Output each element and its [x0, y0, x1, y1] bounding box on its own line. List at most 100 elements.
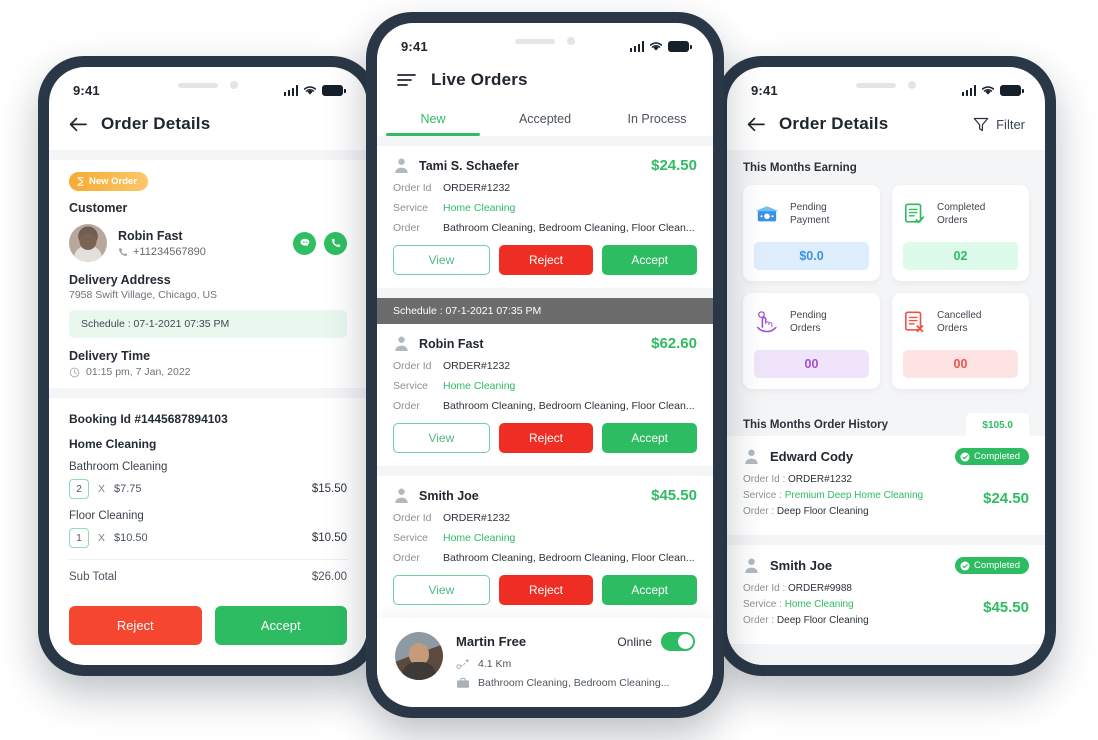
- filter-button[interactable]: Filter: [973, 117, 1025, 132]
- divider: [69, 559, 347, 560]
- history-service-line: Service : Premium Deep Home Cleaning: [743, 490, 983, 501]
- view-button[interactable]: View: [393, 575, 490, 605]
- history-price: $24.50: [983, 489, 1029, 507]
- delivery-time-label: Delivery Time: [69, 349, 151, 363]
- view-button[interactable]: View: [393, 245, 490, 275]
- history-customer-name: Smith Joe: [770, 558, 833, 573]
- order-actions: View Reject Accept: [393, 575, 698, 605]
- contact-actions: [293, 231, 347, 255]
- phone3-content[interactable]: This Months Earning Pending Payment $0.0…: [727, 150, 1045, 665]
- worker-services-row: Bathroom Cleaning, Bedroom Cleaning...: [456, 677, 695, 689]
- order-price: $45.50: [651, 487, 697, 504]
- briefcase-icon: [457, 677, 469, 688]
- line-item-total: $15.50: [311, 483, 347, 495]
- reject-button[interactable]: Reject: [498, 423, 594, 453]
- status-badge-label: New Order: [89, 176, 138, 187]
- tab-new[interactable]: New: [377, 106, 489, 136]
- status-icons: [283, 85, 346, 96]
- subtotal-row: Sub Total $26.00: [69, 566, 347, 588]
- stat-top: Completed Orders: [903, 197, 1018, 231]
- arrow-left-icon[interactable]: [69, 117, 87, 132]
- stat-value: $0.0: [754, 242, 869, 270]
- front-camera-icon: [567, 37, 575, 45]
- person-icon: [745, 558, 758, 574]
- stat-card-pending-payment[interactable]: Pending Payment $0.0: [743, 185, 880, 281]
- accept-button[interactable]: Accept: [602, 423, 698, 453]
- order-id-line: Order Id ORDER#1232: [393, 360, 697, 372]
- stat-card-completed-orders[interactable]: Completed Orders 02: [892, 185, 1029, 281]
- reject-button[interactable]: Reject: [498, 245, 594, 275]
- accept-button[interactable]: Accept: [602, 575, 698, 605]
- order-id-line: Order Id ORDER#1232: [393, 512, 697, 524]
- earnings-title: This Months Earning: [743, 162, 857, 174]
- phone-mockup-live-orders: 9:41 Live Orders New Accepted In Process…: [366, 12, 724, 718]
- reject-button[interactable]: Reject: [498, 575, 594, 605]
- worker-distance: 4.1 Km: [478, 658, 512, 670]
- phone-icon: [119, 247, 127, 256]
- phone3-screen: 9:41 Order Details Filter This Months Ea…: [727, 67, 1045, 665]
- arrow-left-icon[interactable]: [747, 117, 765, 132]
- subtotal-value: $26.00: [311, 571, 347, 583]
- call-icon[interactable]: [324, 231, 347, 255]
- online-toggle[interactable]: [661, 632, 695, 651]
- history-order-id-line: Order Id : ORDER#9988: [743, 583, 983, 594]
- order-customer-name: Smith Joe: [419, 488, 479, 503]
- history-order-id-line: Order Id : ORDER#1232: [743, 474, 983, 485]
- page-title: Order Details: [779, 114, 889, 133]
- phone1-action-bar: Reject Accept: [49, 592, 367, 665]
- signal-icon: [961, 85, 976, 96]
- stat-card-cancelled-orders[interactable]: Cancelled Orders 00: [892, 293, 1029, 389]
- order-items-value: Bathroom Cleaning, Bedroom Cleaning, Flo…: [443, 552, 695, 564]
- delivery-address-label: Delivery Address: [69, 273, 171, 287]
- phone1-content[interactable]: New Order Customer Robin Fast +112345678…: [49, 160, 367, 665]
- service-value: Home Cleaning: [443, 532, 516, 544]
- order-id-line: Order Id ORDER#1232: [393, 182, 697, 194]
- service-label: Service: [393, 202, 429, 214]
- wifi-icon: [303, 86, 317, 95]
- order-items-line: Order Bathroom Cleaning, Bedroom Cleanin…: [393, 552, 697, 564]
- subtotal-label: Sub Total: [69, 571, 117, 583]
- status-icons: [629, 41, 692, 52]
- delivery-time-value-row: 01:15 pm, 7 Jan, 2022: [69, 366, 347, 378]
- line-item: Floor Cleaning 1 X $10.50 $10.50: [69, 510, 347, 548]
- line-item: Bathroom Cleaning 2 X $7.75 $15.50: [69, 461, 347, 499]
- front-camera-icon: [908, 81, 916, 89]
- order-id-label: Order Id :: [743, 583, 786, 594]
- quantity-box[interactable]: 1: [69, 528, 89, 548]
- stat-card-pending-orders[interactable]: Pending Orders 00: [743, 293, 880, 389]
- phone-mockup-order-details: 9:41 Order Details New Order Customer Ro…: [38, 56, 378, 676]
- worker-card: Martin Free Online 4.1 Km Bathroom Clean…: [377, 618, 713, 707]
- status-icons: [961, 85, 1024, 96]
- order-label: Order: [393, 552, 420, 564]
- accept-button[interactable]: Accept: [602, 245, 698, 275]
- history-body: Order Id : ORDER#1232 Service : Premium …: [743, 474, 1029, 522]
- worker-services: Bathroom Cleaning, Bedroom Cleaning...: [478, 677, 670, 689]
- hourglass-icon: [77, 177, 84, 186]
- reject-button[interactable]: Reject: [69, 606, 202, 645]
- customer-phone-number: +11234567890: [133, 245, 206, 258]
- tab-in-process[interactable]: In Process: [601, 106, 713, 136]
- accept-button[interactable]: Accept: [214, 606, 347, 645]
- view-button[interactable]: View: [393, 423, 490, 453]
- chat-bubble-icon[interactable]: [293, 231, 316, 255]
- status-badge-label: Completed: [974, 451, 1020, 462]
- signal-icon: [283, 85, 298, 96]
- order-tabs: New Accepted In Process: [377, 106, 713, 136]
- order-price: $62.60: [651, 335, 697, 352]
- tab-accepted[interactable]: Accepted: [489, 106, 601, 136]
- stat-value: 00: [903, 350, 1018, 378]
- order-items-value: Bathroom Cleaning, Bedroom Cleaning, Flo…: [443, 222, 695, 234]
- stats-grid: Pending Payment $0.0 Completed Orders 02…: [743, 185, 1029, 389]
- order-card: Robin Fast $62.60 Order Id ORDER#1232 Se…: [377, 324, 713, 466]
- order-header: Smith Joe $45.50: [393, 487, 697, 504]
- hamburger-icon[interactable]: [397, 73, 417, 87]
- person-icon: [745, 449, 758, 465]
- order-service-line: Service Home Cleaning: [393, 380, 697, 392]
- line-item-unit-price: $7.75: [114, 483, 142, 495]
- schedule-pill: Schedule : 07-1-2021 07:35 PM: [69, 310, 347, 338]
- order-id-value: ORDER#1232: [443, 512, 511, 524]
- status-badge: Completed: [955, 448, 1029, 465]
- order-service-line: Service Home Cleaning: [393, 202, 697, 214]
- phone3-appbar: Order Details Filter: [727, 102, 1045, 150]
- quantity-box[interactable]: 2: [69, 479, 89, 499]
